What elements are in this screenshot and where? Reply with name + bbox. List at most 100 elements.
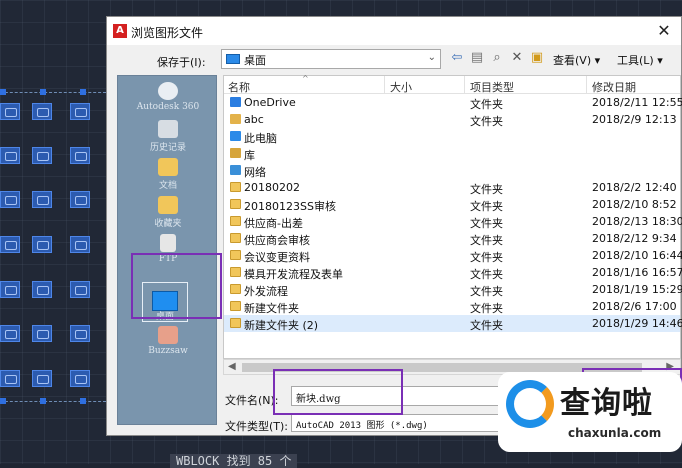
column-date[interactable]: 修改日期: [592, 79, 636, 95]
column-divider[interactable]: [384, 76, 385, 94]
cad-block: [0, 370, 20, 387]
grip-icon: [40, 398, 46, 404]
column-name[interactable]: 名称: [228, 79, 250, 95]
file-name: 20180202: [244, 181, 300, 194]
cad-block: [0, 103, 20, 120]
cad-block: [32, 103, 52, 120]
file-row[interactable]: 供应商会审核 文件夹 2018/2/12 9:34: [224, 230, 680, 247]
place-favorites[interactable]: 收藏夹: [118, 196, 218, 234]
watermark-title: 查询啦: [560, 386, 653, 421]
cad-block: [32, 281, 52, 298]
file-type: 文件夹: [470, 200, 503, 213]
place-autodesk-360[interactable]: Autodesk 360: [118, 82, 218, 120]
cad-block: [32, 191, 52, 208]
file-date: 2018/2/6 17:00: [592, 300, 677, 313]
file-row[interactable]: 新建文件夹 (2) 文件夹 2018/1/29 14:46: [224, 315, 682, 332]
grip-icon: [80, 398, 86, 404]
file-name: 库: [244, 149, 255, 162]
buzzsaw-icon: [158, 326, 178, 344]
column-divider[interactable]: [586, 76, 587, 94]
file-name: 网络: [244, 166, 266, 179]
file-row[interactable]: OneDrive 文件夹 2018/2/11 12:55: [224, 94, 682, 111]
sort-ascending-icon: ^: [302, 74, 309, 83]
tools-menu[interactable]: 工具(L) ▾: [617, 52, 663, 68]
delete-icon[interactable]: ✕: [509, 50, 525, 66]
filetype-dropdown[interactable]: AutoCAD 2013 图形 (*.dwg): [291, 414, 501, 432]
file-row[interactable]: 20180202 文件夹 2018/2/2 12:40: [224, 179, 680, 196]
column-type[interactable]: 项目类型: [470, 79, 514, 95]
file-row[interactable]: 库: [224, 145, 680, 162]
column-size[interactable]: 大小: [390, 79, 412, 95]
file-date: 2018/1/29 14:46: [592, 317, 682, 330]
cad-block: [70, 103, 90, 120]
dialog-title: 浏览图形文件: [131, 26, 204, 40]
folder-icon: [230, 284, 241, 294]
grip-icon: [40, 89, 46, 95]
file-row[interactable]: 新建文件夹 文件夹 2018/2/6 17:00: [224, 298, 680, 315]
file-row[interactable]: 此电脑: [224, 128, 680, 145]
scroll-left-icon[interactable]: ◀: [228, 361, 236, 372]
file-type: 文件夹: [470, 98, 503, 111]
cad-block: [70, 370, 90, 387]
dashed-selection-line: [0, 401, 106, 402]
chevron-down-icon[interactable]: ⌄: [428, 52, 436, 63]
file-date: 2018/2/2 12:40: [592, 181, 677, 194]
grip-icon: [80, 89, 86, 95]
cad-block: [32, 325, 52, 342]
file-row[interactable]: abc 文件夹 2018/2/9 12:13: [224, 111, 680, 128]
file-name: 外发流程: [244, 285, 288, 298]
save-in-dropdown[interactable]: 桌面 ⌄: [221, 49, 441, 69]
place-buzzsaw[interactable]: Buzzsaw: [118, 326, 218, 364]
file-name: 新建文件夹 (2): [244, 319, 319, 332]
back-arrow-icon[interactable]: ⇦: [449, 50, 465, 66]
file-date: 2018/2/12 9:34: [592, 232, 677, 245]
onedrive-icon: [230, 97, 241, 107]
search-web-icon[interactable]: ⌕: [489, 50, 505, 66]
autocad-app-icon: A: [113, 24, 127, 38]
cad-block: [32, 236, 52, 253]
file-name: 供应商会审核: [244, 234, 310, 247]
file-type: 文件夹: [470, 302, 503, 315]
file-date: 2018/1/19 15:29: [592, 283, 682, 296]
file-list[interactable]: 名称 ^ 大小 项目类型 修改日期 OneDrive 文件夹 2018/2/11 1…: [223, 74, 682, 359]
file-name: 模具开发流程及表单: [244, 268, 343, 281]
file-row[interactable]: 供应商-出差 文件夹 2018/2/13 18:30: [224, 213, 682, 230]
file-name: 20180123SS审核: [244, 200, 336, 213]
folder-icon: [230, 318, 241, 328]
cad-block: [0, 191, 20, 208]
list-header: 名称 ^ 大小 项目类型 修改日期: [224, 74, 680, 95]
cad-block: [70, 191, 90, 208]
cad-block: [0, 236, 20, 253]
file-name: 新建文件夹: [244, 302, 299, 315]
file-row[interactable]: 20180123SS审核 文件夹 2018/2/10 8:52: [224, 196, 680, 213]
folder-icon: [230, 250, 241, 260]
up-folder-icon[interactable]: ▤: [469, 50, 485, 66]
close-button[interactable]: ✕: [647, 17, 681, 45]
cad-block: [0, 147, 20, 164]
folder-icon: [230, 182, 241, 192]
cad-block: [32, 370, 52, 387]
favorites-icon: [158, 196, 178, 214]
file-type: 文件夹: [470, 217, 503, 230]
place-history[interactable]: 历史记录: [118, 120, 218, 158]
file-name: 供应商-出差: [244, 217, 303, 230]
file-row[interactable]: 网络: [224, 162, 680, 179]
folder-icon: [230, 216, 241, 226]
file-row[interactable]: 外发流程 文件夹 2018/1/19 15:29: [224, 281, 682, 298]
file-row[interactable]: 模具开发流程及表单 文件夹 2018/1/16 16:57: [224, 264, 682, 281]
watermark-url: chaxunla.com: [568, 426, 662, 440]
views-menu[interactable]: 查看(V) ▾: [553, 52, 600, 68]
cad-block: [70, 325, 90, 342]
cad-block: [0, 325, 20, 342]
cad-block: [70, 147, 90, 164]
file-row[interactable]: 会议变更资料 文件夹 2018/2/10 16:44: [224, 247, 682, 264]
desktop-icon: [226, 54, 240, 64]
file-type: 文件夹: [470, 319, 503, 332]
column-divider[interactable]: [464, 76, 465, 94]
new-folder-icon[interactable]: ▣: [529, 50, 545, 66]
library-icon: [230, 148, 241, 158]
cad-block: [32, 147, 52, 164]
file-type: 文件夹: [470, 234, 503, 247]
place-documents[interactable]: 文档: [118, 158, 218, 196]
file-type: 文件夹: [470, 115, 503, 128]
